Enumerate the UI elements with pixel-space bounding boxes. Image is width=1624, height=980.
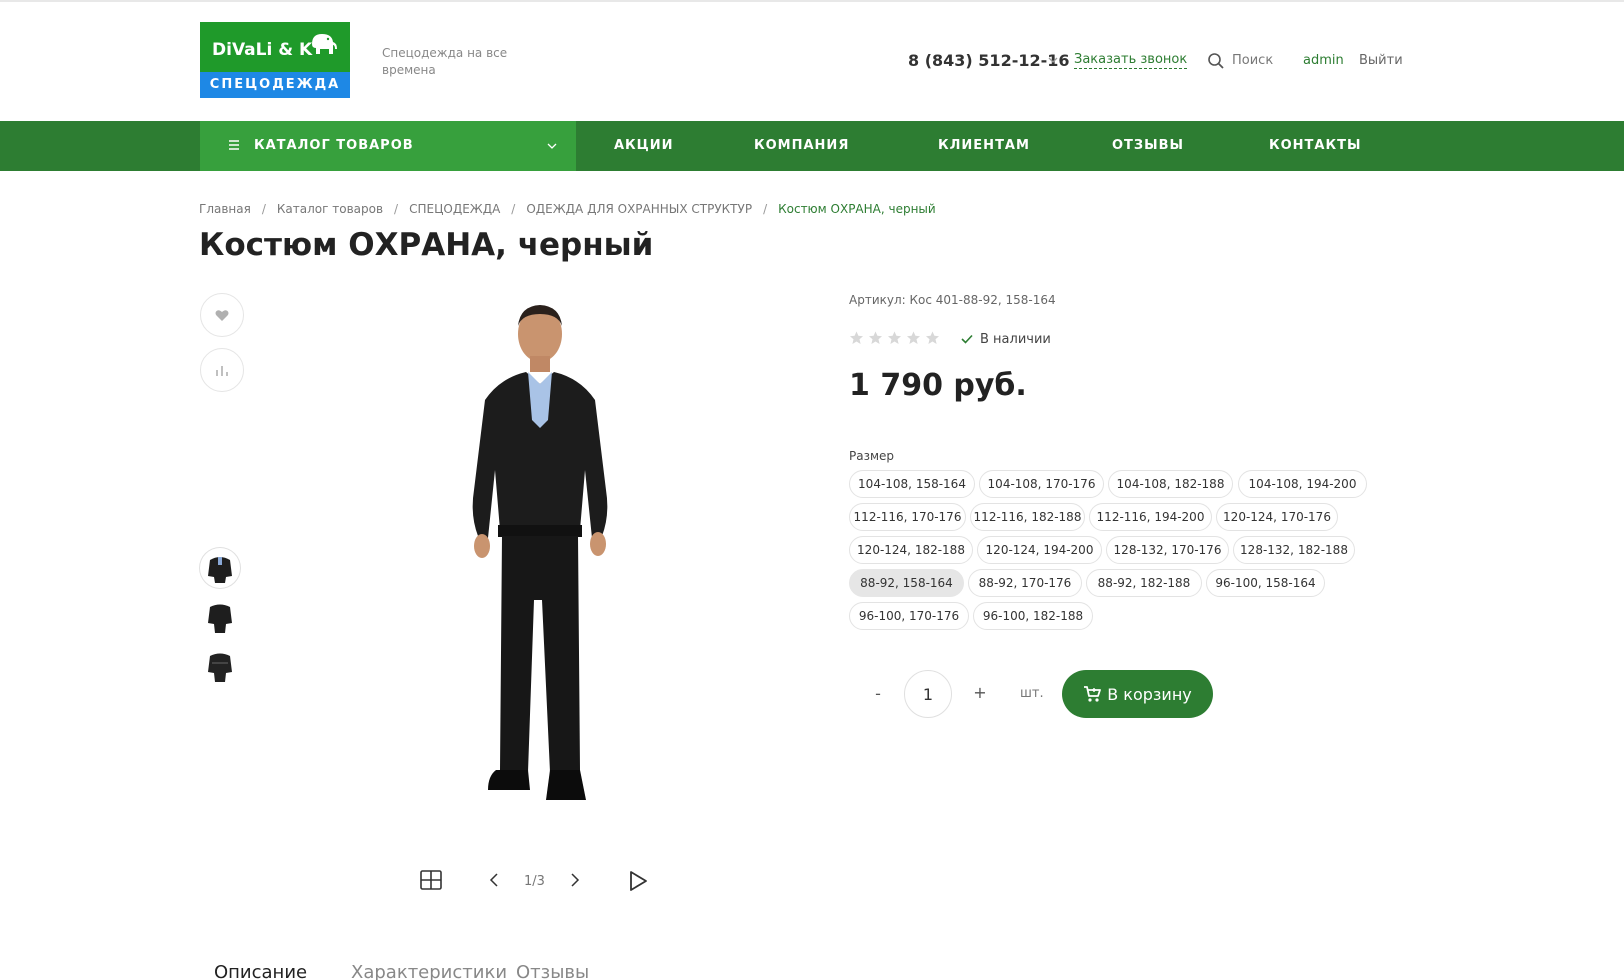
size-option[interactable]: 120-124, 170-176 bbox=[1216, 503, 1338, 531]
logout-link[interactable]: Выйти bbox=[1359, 53, 1403, 68]
nav-item-reviews[interactable]: ОТЗЫВЫ bbox=[1112, 138, 1184, 153]
compare-icon bbox=[216, 366, 228, 376]
breadcrumb: Главная / Каталог товаров / СПЕЦОДЕЖДА /… bbox=[199, 202, 936, 216]
chevron-down-icon[interactable] bbox=[1048, 55, 1058, 65]
size-option[interactable]: 112-116, 170-176 bbox=[849, 503, 966, 531]
breadcrumb-separator: / bbox=[511, 202, 516, 216]
size-option[interactable]: 96-100, 182-188 bbox=[973, 602, 1093, 630]
nav-item-company[interactable]: КОМПАНИЯ bbox=[754, 138, 849, 153]
breadcrumb-item[interactable]: ОДЕЖДА ДЛЯ ОХРАННЫХ СТРУКТУР bbox=[526, 202, 752, 216]
size-option[interactable]: 128-132, 182-188 bbox=[1233, 536, 1355, 564]
product-main-image[interactable] bbox=[430, 300, 650, 814]
add-to-cart-label: В корзину bbox=[1107, 684, 1192, 704]
check-icon bbox=[961, 334, 973, 344]
size-option-selected[interactable]: 88-92, 158-164 bbox=[849, 569, 964, 597]
size-option[interactable]: 128-132, 170-176 bbox=[1106, 536, 1229, 564]
thumbnail[interactable] bbox=[200, 597, 240, 637]
star-icon bbox=[850, 331, 863, 344]
elephant-icon bbox=[312, 34, 337, 54]
product-article: Артикул: Кос 401-88-92, 158-164 bbox=[849, 293, 1056, 307]
breadcrumb-item[interactable]: СПЕЦОДЕЖДА bbox=[409, 202, 500, 216]
catalog-menu-label: КАТАЛОГ ТОВАРОВ bbox=[254, 138, 414, 153]
site-header: DiVaLi & K СПЕЦОДЕЖДА Спецодежда на все … bbox=[0, 0, 1624, 121]
star-icon bbox=[869, 331, 882, 344]
quantity-input[interactable] bbox=[904, 670, 952, 718]
quantity-decrease-button[interactable]: - bbox=[868, 684, 888, 703]
nav-item-promotions[interactable]: АКЦИИ bbox=[614, 138, 674, 153]
star-icon bbox=[907, 331, 920, 344]
size-option[interactable]: 104-108, 194-200 bbox=[1238, 470, 1367, 498]
menu-icon bbox=[229, 140, 239, 150]
size-option[interactable]: 88-92, 182-188 bbox=[1086, 569, 1202, 597]
product-thumbnail-image bbox=[208, 557, 232, 583]
main-nav: КАТАЛОГ ТОВАРОВ АКЦИИ КОМПАНИЯ КЛИЕНТАМ … bbox=[0, 121, 1624, 171]
chevron-left-icon[interactable] bbox=[488, 872, 500, 888]
size-option[interactable]: 112-116, 182-188 bbox=[970, 503, 1085, 531]
product-page: DiVaLi & K СПЕЦОДЕЖДА Спецодежда на все … bbox=[0, 0, 1624, 980]
rating-stars[interactable] bbox=[849, 331, 940, 345]
product-thumbnail-image bbox=[208, 653, 232, 682]
add-to-cart-button[interactable]: В корзину bbox=[1062, 670, 1213, 718]
nav-item-clients[interactable]: КЛИЕНТАМ bbox=[938, 138, 1030, 153]
nav-item-contacts[interactable]: КОНТАКТЫ bbox=[1269, 138, 1361, 153]
size-label: Размер bbox=[849, 449, 895, 463]
product-price: 1 790 руб. bbox=[849, 368, 1027, 403]
heart-icon bbox=[215, 309, 229, 321]
star-icon bbox=[926, 331, 939, 344]
thumbnail[interactable] bbox=[200, 646, 240, 686]
logo-name: DiVaLi & K bbox=[212, 40, 313, 60]
search-icon[interactable] bbox=[1207, 52, 1225, 70]
thumbnail[interactable] bbox=[200, 548, 240, 588]
favorite-button[interactable] bbox=[200, 293, 244, 337]
site-logo[interactable]: DiVaLi & K СПЕЦОДЕЖДА bbox=[200, 22, 350, 98]
play-icon[interactable] bbox=[628, 870, 648, 892]
size-option[interactable]: 104-108, 170-176 bbox=[979, 470, 1104, 498]
breadcrumb-item[interactable]: Главная bbox=[199, 202, 251, 216]
search-link[interactable]: Поиск bbox=[1232, 53, 1273, 68]
quantity-unit: шт. bbox=[1020, 686, 1044, 701]
size-option[interactable]: 96-100, 170-176 bbox=[849, 602, 969, 630]
stock-status: В наличии bbox=[980, 332, 1051, 347]
size-option[interactable]: 96-100, 158-164 bbox=[1206, 569, 1325, 597]
user-link[interactable]: admin bbox=[1303, 53, 1344, 68]
size-option[interactable]: 120-124, 182-188 bbox=[849, 536, 973, 564]
breadcrumb-current: Костюм ОХРАНА, черный bbox=[778, 202, 936, 216]
cart-icon bbox=[1084, 686, 1102, 702]
tab-specifications[interactable]: Характеристики bbox=[351, 962, 507, 980]
chevron-right-icon[interactable] bbox=[569, 872, 581, 888]
callback-link[interactable]: Заказать звонок bbox=[1074, 52, 1188, 69]
page-title: Костюм ОХРАНА, черный bbox=[199, 227, 654, 263]
size-option[interactable]: 112-116, 194-200 bbox=[1089, 503, 1212, 531]
phone-number[interactable]: 8 (843) 512-12-16 bbox=[908, 51, 1070, 70]
tab-reviews[interactable]: Отзывы bbox=[516, 962, 589, 980]
breadcrumb-item[interactable]: Каталог товаров bbox=[277, 202, 383, 216]
quantity-increase-button[interactable]: + bbox=[970, 683, 990, 702]
site-slogan: Спецодежда на все времена bbox=[382, 46, 508, 77]
chevron-down-icon bbox=[547, 143, 557, 149]
grid-view-icon[interactable] bbox=[420, 870, 442, 890]
size-option[interactable]: 88-92, 170-176 bbox=[968, 569, 1082, 597]
catalog-menu-button[interactable]: КАТАЛОГ ТОВАРОВ bbox=[200, 121, 576, 171]
star-icon bbox=[888, 331, 901, 344]
product-thumbnail-image bbox=[208, 604, 232, 633]
breadcrumb-separator: / bbox=[394, 202, 399, 216]
tab-description[interactable]: Описание bbox=[214, 962, 307, 980]
size-option[interactable]: 104-108, 158-164 bbox=[849, 470, 975, 498]
size-option[interactable]: 120-124, 194-200 bbox=[977, 536, 1102, 564]
breadcrumb-separator: / bbox=[763, 202, 768, 216]
logo-subtitle: СПЕЦОДЕЖДА bbox=[200, 72, 350, 98]
breadcrumb-separator: / bbox=[261, 202, 266, 216]
gallery-pager: 1/3 bbox=[524, 874, 545, 889]
compare-button[interactable] bbox=[200, 348, 244, 392]
size-option[interactable]: 104-108, 182-188 bbox=[1108, 470, 1233, 498]
